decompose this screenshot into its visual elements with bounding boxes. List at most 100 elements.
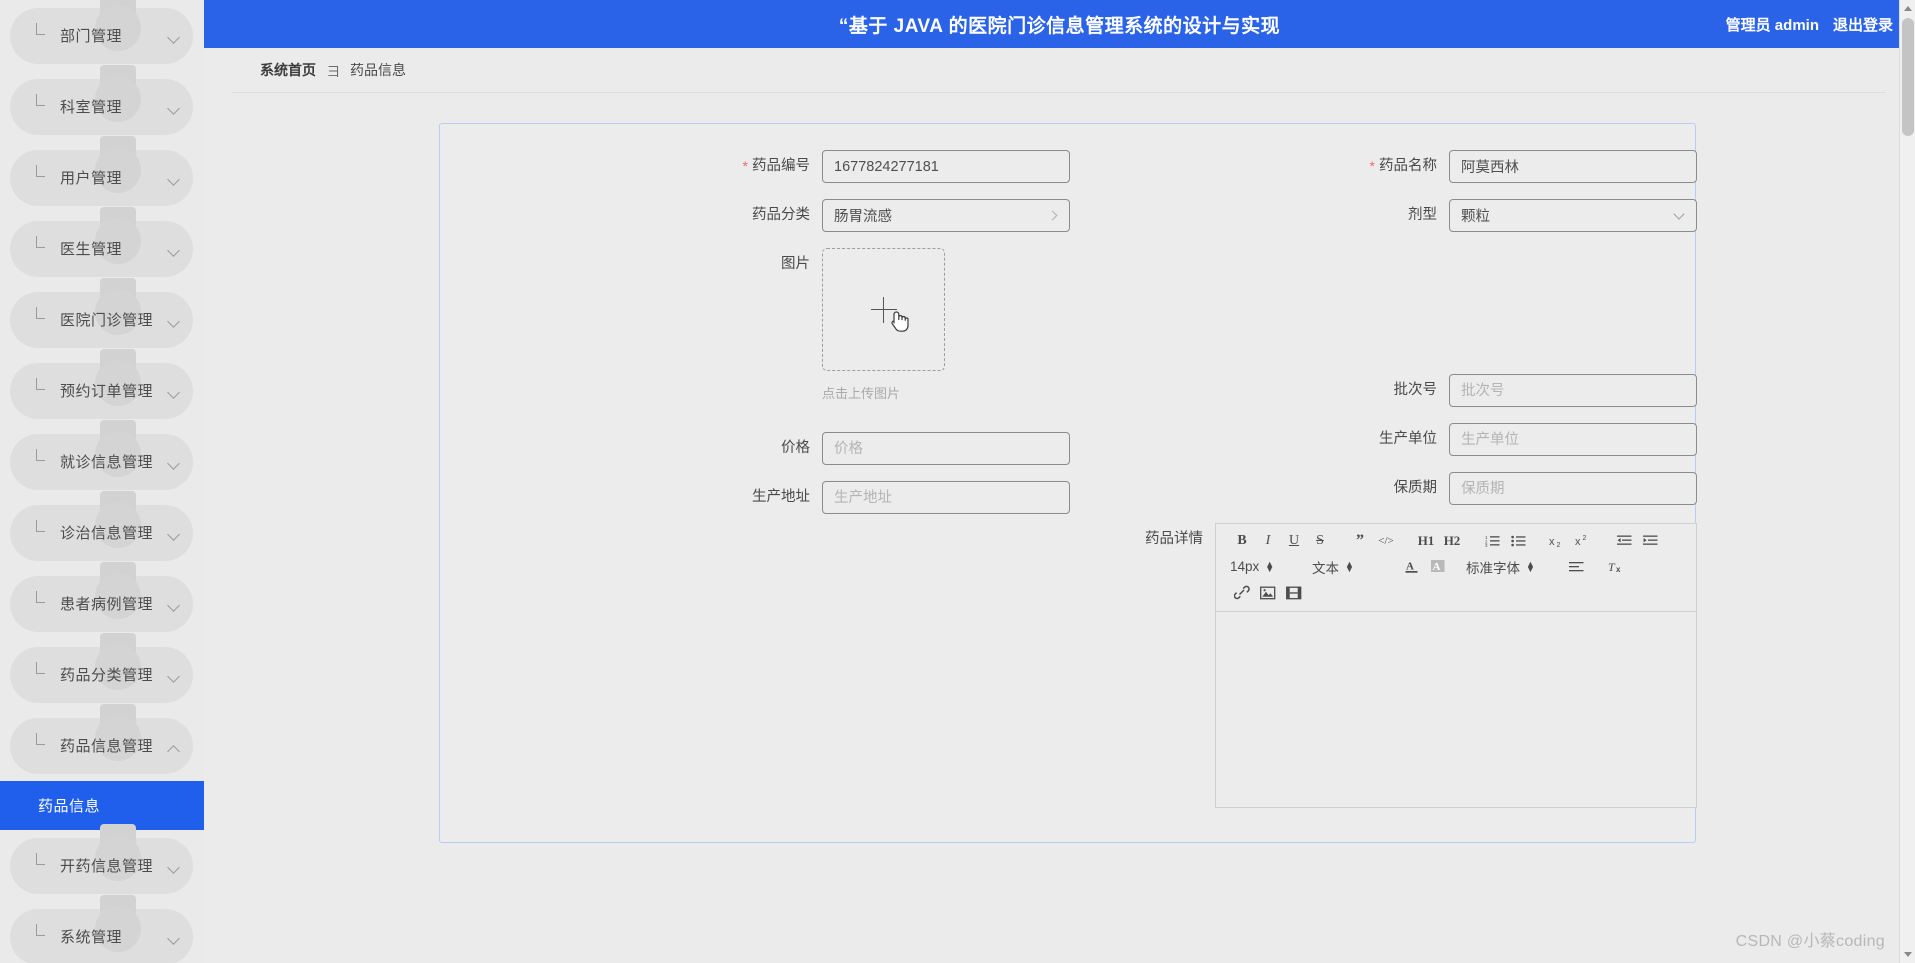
underline-icon[interactable]: U: [1282, 531, 1306, 551]
chevron-right-icon: [1047, 210, 1058, 220]
drug-category-select[interactable]: 肠胃流感: [822, 199, 1070, 232]
sidebar-item-system[interactable]: 系统管理: [0, 895, 204, 963]
sidebar-item-label: 开药信息管理: [60, 858, 154, 875]
header-user-area: 管理员 admin 退出登录: [1726, 0, 1893, 48]
rich-text-editor: B I U S ” </> H1 H2 1 2 3 x 2 x 2 14px ▲…: [1215, 523, 1697, 808]
sidebar-item-patient-case[interactable]: 患者病例管理: [0, 562, 204, 639]
image-upload-dropzone[interactable]: [822, 248, 945, 371]
plus-icon: [870, 296, 897, 323]
drug-info-form-card: * 药品编号 药品分类 肠胃流感 图片: [439, 123, 1697, 843]
manufacturer-control: [1449, 423, 1697, 456]
form-column-right: * 药品名称 剂型 颗粒 批次号: [1070, 124, 1697, 816]
form-column-left: * 药品编号 药品分类 肠胃流感 图片: [440, 124, 1070, 522]
highlight-color-icon[interactable]: A: [1426, 557, 1450, 577]
code-block-icon[interactable]: </>: [1374, 531, 1398, 551]
field-row-production-address: 生产地址: [440, 481, 1070, 514]
production-address-input[interactable]: [822, 481, 1070, 514]
sidebar-item-drug-category[interactable]: 药品分类管理: [0, 633, 204, 710]
heading-2-icon[interactable]: H2: [1440, 531, 1464, 551]
svg-text:2: 2: [1557, 542, 1561, 548]
sidebar-item-department[interactable]: 部门管理: [0, 0, 204, 71]
svg-text:2: 2: [1583, 535, 1587, 542]
production-address-control: [822, 481, 1070, 514]
batch-no-input[interactable]: [1449, 374, 1697, 407]
editor-content-area[interactable]: [1215, 612, 1697, 808]
font-size-value: 14px: [1230, 559, 1260, 574]
batch-no-label: 批次号: [1393, 382, 1438, 398]
svg-text:T: T: [1608, 560, 1616, 574]
editor-toolbar-row-3: [1230, 582, 1682, 603]
stepper-arrows-icon: ▲ ▼: [1345, 558, 1354, 574]
heading-1-icon[interactable]: H1: [1414, 531, 1438, 551]
sidebar: 部门管理 科室管理 用户管理 医生管理 医院门诊管理 预约订单管理 就诊信息管理…: [0, 0, 204, 963]
unordered-list-icon[interactable]: [1506, 531, 1530, 551]
drug-code-input[interactable]: [822, 150, 1070, 183]
clear-format-icon[interactable]: T x: [1604, 557, 1628, 577]
bold-icon[interactable]: B: [1230, 531, 1254, 551]
drug-name-control: [1449, 150, 1697, 183]
price-input[interactable]: [822, 432, 1070, 465]
outdent-icon[interactable]: [1612, 531, 1636, 551]
sidebar-item-label: 科室管理: [60, 99, 123, 116]
price-control: [822, 432, 1070, 465]
dosage-form-select[interactable]: 颗粒: [1449, 199, 1697, 232]
svg-text:A: A: [1406, 561, 1414, 573]
sidebar-item-drug-info-group[interactable]: 药品信息管理: [0, 704, 204, 781]
stepper-arrows-icon: ▲ ▼: [1526, 558, 1535, 574]
text-align-icon[interactable]: [1564, 557, 1588, 577]
scroll-up-arrow-icon[interactable]: [1900, 0, 1915, 17]
manufacturer-input[interactable]: [1449, 423, 1697, 456]
vertical-scrollbar[interactable]: [1899, 0, 1915, 963]
link-icon[interactable]: [1230, 583, 1254, 603]
blockquote-icon[interactable]: ”: [1348, 531, 1372, 551]
scrollbar-thumb[interactable]: [1902, 18, 1914, 136]
insert-video-icon[interactable]: [1282, 583, 1306, 603]
field-row-batch-no: 批次号: [1070, 374, 1697, 407]
shelf-life-control: [1449, 472, 1697, 505]
sidebar-item-doctor[interactable]: 医生管理: [0, 207, 204, 284]
ordered-list-icon[interactable]: 1 2 3: [1480, 531, 1504, 551]
breadcrumb-home[interactable]: 系统首页: [260, 60, 316, 80]
strikethrough-icon[interactable]: S: [1308, 531, 1332, 551]
image-label: 图片: [781, 256, 810, 272]
app-root: 部门管理 科室管理 用户管理 医生管理 医院门诊管理 预约订单管理 就诊信息管理…: [0, 0, 1915, 963]
field-row-shelf-life: 保质期: [1070, 472, 1697, 505]
sidebar-item-label: 部门管理: [60, 28, 123, 45]
sidebar-item-visit-info[interactable]: 就诊信息管理: [0, 420, 204, 497]
indent-icon[interactable]: [1638, 531, 1662, 551]
sidebar-item-user[interactable]: 用户管理: [0, 136, 204, 213]
field-row-dosage-form: 剂型 颗粒: [1070, 199, 1697, 232]
drug-category-value: 肠胃流感: [834, 209, 892, 225]
font-family-select[interactable]: 标准字体 ▲ ▼: [1466, 557, 1548, 577]
corner-icon: [36, 449, 45, 461]
sidebar-item-outpatient[interactable]: 医院门诊管理: [0, 278, 204, 355]
sidebar-item-prescription-info[interactable]: 开药信息管理: [0, 824, 204, 901]
drug-name-input[interactable]: [1449, 150, 1697, 183]
corner-icon: [36, 94, 45, 106]
manufacturer-label: 生产单位: [1379, 431, 1437, 447]
shelf-life-input[interactable]: [1449, 472, 1697, 505]
breadcrumb-separator-icon: 彐: [327, 63, 340, 79]
editor-toolbar: B I U S ” </> H1 H2 1 2 3 x 2 x 2 14px ▲…: [1215, 523, 1697, 612]
field-row-details: 药品详情 B I U S ” </> H1 H2 1 2 3 x 2 x 2 1…: [1070, 523, 1697, 808]
scroll-down-arrow-icon[interactable]: [1900, 946, 1915, 963]
logout-button[interactable]: 退出登录: [1833, 14, 1893, 35]
italic-icon[interactable]: I: [1256, 531, 1280, 551]
subscript-icon[interactable]: x 2: [1546, 531, 1570, 551]
insert-image-icon[interactable]: [1256, 583, 1280, 603]
sidebar-item-appointment-order[interactable]: 预约订单管理: [0, 349, 204, 426]
text-style-select[interactable]: 文本 ▲ ▼: [1312, 557, 1384, 577]
shelf-life-label: 保质期: [1393, 480, 1438, 496]
font-color-icon[interactable]: A: [1400, 557, 1424, 577]
sidebar-item-section[interactable]: 科室管理: [0, 65, 204, 142]
sidebar-subitem-drug-info[interactable]: 药品信息: [0, 781, 204, 830]
sidebar-item-label: 诊治信息管理: [60, 525, 154, 542]
dosage-form-label: 剂型: [1408, 207, 1437, 223]
admin-user-label: 管理员 admin: [1725, 16, 1819, 34]
font-size-select[interactable]: 14px ▲ ▼: [1230, 557, 1296, 577]
sidebar-item-diagnosis-info[interactable]: 诊治信息管理: [0, 491, 204, 568]
breadcrumb: 系统首页 彐 药品信息: [232, 48, 1886, 93]
chevron-down-icon: [1673, 207, 1685, 220]
superscript-icon[interactable]: x 2: [1572, 531, 1596, 551]
field-row-manufacturer: 生产单位: [1070, 423, 1697, 456]
